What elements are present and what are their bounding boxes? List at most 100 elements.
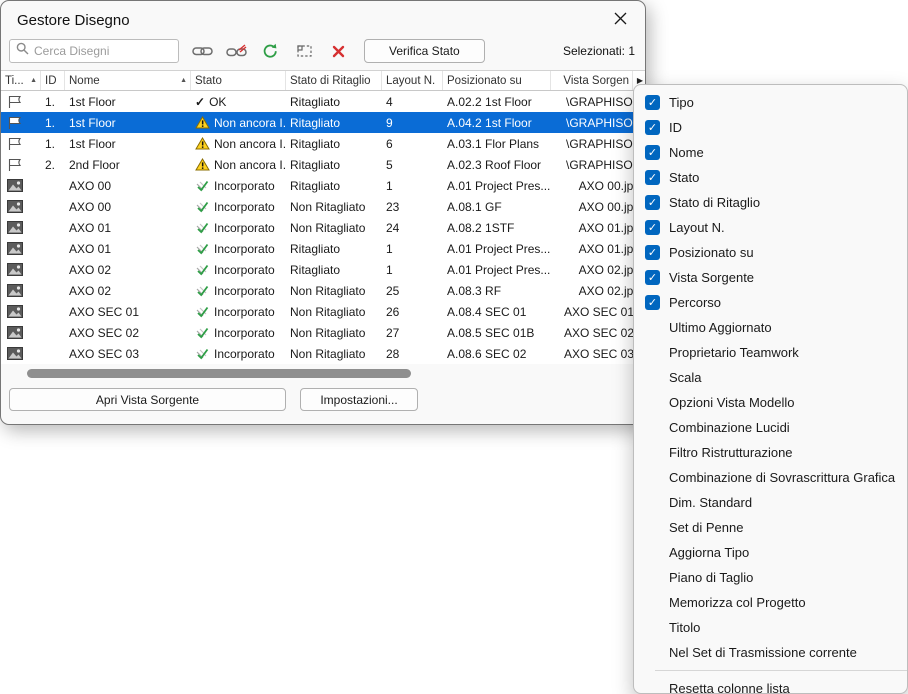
- menu-item-ultimo-aggiornato[interactable]: Ultimo Aggiornato: [634, 315, 907, 340]
- cell-source-view: AXO SEC 03.j: [551, 343, 645, 364]
- update-status-icon: [262, 43, 279, 59]
- image-icon: [7, 305, 23, 318]
- crop-button[interactable]: [291, 39, 318, 63]
- table-row[interactable]: AXO 02IncorporatoNon Ritagliato25A.08.3 …: [1, 280, 645, 301]
- cell-placed-on: A.08.4 SEC 01: [443, 301, 551, 322]
- cell-type: [1, 301, 41, 322]
- cell-status: Non ancora I...: [191, 133, 286, 154]
- column-header-stato-di-ritaglio[interactable]: Stato di Ritaglio: [286, 71, 382, 90]
- cell-crop-status: Ritagliato: [286, 154, 382, 175]
- column-header-layout-n[interactable]: Layout N.: [382, 71, 443, 90]
- cell-status: ✓OK: [191, 91, 286, 112]
- cell-status: Incorporato: [191, 343, 286, 364]
- cell-source-view: AXO 00.jpg: [551, 175, 645, 196]
- cell-placed-on: A.02.3 Roof Floor: [443, 154, 551, 175]
- settings-button[interactable]: Impostazioni...: [300, 388, 418, 411]
- cell-status: Incorporato: [191, 280, 286, 301]
- cell-source-view: AXO 00.jpg: [551, 196, 645, 217]
- cell-type: [1, 280, 41, 301]
- cell-id: 2.: [41, 154, 65, 175]
- column-header-id[interactable]: ID: [41, 71, 65, 90]
- column-header-nome[interactable]: Nome▲: [65, 71, 191, 90]
- menu-item-tipo[interactable]: ✓Tipo: [634, 90, 907, 115]
- menu-item-piano-di-taglio[interactable]: Piano di Taglio: [634, 565, 907, 590]
- menu-item-titolo[interactable]: Titolo: [634, 615, 907, 640]
- column-header-ti[interactable]: Ti...▲: [1, 71, 41, 90]
- table-row[interactable]: 2.2nd FloorNon ancora I...Ritagliato5A.0…: [1, 154, 645, 175]
- cell-layout-number: 5: [382, 154, 443, 175]
- menu-item-label: Resetta colonne lista: [669, 681, 790, 694]
- cell-layout-number: 28: [382, 343, 443, 364]
- search-box[interactable]: [9, 39, 179, 63]
- cell-name: AXO 00: [65, 175, 191, 196]
- cell-id: [41, 280, 65, 301]
- unchecked-checkbox: [645, 420, 660, 435]
- search-input[interactable]: [34, 44, 172, 58]
- menu-item-percorso[interactable]: ✓Percorso: [634, 290, 907, 315]
- warning-icon: [195, 116, 210, 129]
- menu-item-posizionato-su[interactable]: ✓Posizionato su: [634, 240, 907, 265]
- menu-item-scala[interactable]: Scala: [634, 365, 907, 390]
- cell-crop-status: Ritagliato: [286, 112, 382, 133]
- column-context-menu: ✓Tipo✓ID✓Nome✓Stato✓Stato di Ritaglio✓La…: [633, 84, 908, 694]
- table-row[interactable]: 1.1st FloorNon ancora I...Ritagliato9A.0…: [1, 112, 645, 133]
- unchecked-checkbox: [645, 620, 660, 635]
- drawing-icon: [7, 158, 22, 172]
- column-header-stato[interactable]: Stato: [191, 71, 286, 90]
- update-status-button[interactable]: [257, 39, 284, 63]
- menu-item-label: Proprietario Teamwork: [669, 345, 799, 360]
- column-header-posizionato-su[interactable]: Posizionato su: [443, 71, 551, 90]
- menu-item-aggiorna-tipo[interactable]: Aggiorna Tipo: [634, 540, 907, 565]
- table-row[interactable]: AXO 00IncorporatoRitagliato1A.01 Project…: [1, 175, 645, 196]
- menu-item-combinazione-di-sovrascrittura-grafica[interactable]: Combinazione di Sovrascrittura Grafica: [634, 465, 907, 490]
- close-icon: [614, 12, 627, 28]
- menu-item-proprietario-teamwork[interactable]: Proprietario Teamwork: [634, 340, 907, 365]
- table-row[interactable]: AXO 01IncorporatoRitagliato1A.01 Project…: [1, 238, 645, 259]
- cell-crop-status: Non Ritagliato: [286, 322, 382, 343]
- menu-item-id[interactable]: ✓ID: [634, 115, 907, 140]
- menu-item-opzioni-vista-modello[interactable]: Opzioni Vista Modello: [634, 390, 907, 415]
- menu-item-combinazione-lucidi[interactable]: Combinazione Lucidi: [634, 415, 907, 440]
- unchecked-checkbox: [645, 645, 660, 660]
- menu-item-layout-n[interactable]: ✓Layout N.: [634, 215, 907, 240]
- menu-item-filtro-ristrutturazione[interactable]: Filtro Ristrutturazione: [634, 440, 907, 465]
- horizontal-scrollbar[interactable]: [5, 369, 641, 379]
- menu-item-nome[interactable]: ✓Nome: [634, 140, 907, 165]
- cell-type: [1, 343, 41, 364]
- table-row[interactable]: 1.1st FloorNon ancora I...Ritagliato6A.0…: [1, 133, 645, 154]
- menu-item-label: Nome: [669, 145, 704, 160]
- checked-checkbox-icon: ✓: [645, 195, 660, 210]
- verify-status-button[interactable]: Verifica Stato: [364, 39, 485, 63]
- unchecked-checkbox: [645, 570, 660, 585]
- cell-layout-number: 9: [382, 112, 443, 133]
- menu-item-resetta-colonne-lista[interactable]: Resetta colonne lista: [634, 676, 907, 694]
- menu-item-vista-sorgente[interactable]: ✓Vista Sorgente: [634, 265, 907, 290]
- table-row[interactable]: AXO 00IncorporatoNon Ritagliato23A.08.1 …: [1, 196, 645, 217]
- table-row[interactable]: AXO 02IncorporatoRitagliato1A.01 Project…: [1, 259, 645, 280]
- delete-button[interactable]: [325, 39, 352, 63]
- break-link-button[interactable]: [223, 39, 250, 63]
- cell-source-view: AXO 01.jpg: [551, 217, 645, 238]
- table-row[interactable]: 1.1st Floor✓OKRitagliato4A.02.2 1st Floo…: [1, 91, 645, 112]
- unchecked-checkbox: [645, 370, 660, 385]
- menu-item-stato[interactable]: ✓Stato: [634, 165, 907, 190]
- menu-item-nel-set-di-trasmissione-corrente[interactable]: Nel Set di Trasmissione corrente: [634, 640, 907, 665]
- menu-item-memorizza-col-progetto[interactable]: Memorizza col Progetto: [634, 590, 907, 615]
- table-row[interactable]: AXO SEC 02IncorporatoNon Ritagliato27A.0…: [1, 322, 645, 343]
- menu-item-dim-standard[interactable]: Dim. Standard: [634, 490, 907, 515]
- titlebar[interactable]: Gestore Disegno: [1, 1, 645, 39]
- link-drawing-button[interactable]: [189, 39, 216, 63]
- open-source-view-button[interactable]: Apri Vista Sorgente: [9, 388, 286, 411]
- close-button[interactable]: [603, 5, 637, 35]
- page-title: Gestore Disegno: [17, 12, 130, 29]
- menu-item-stato-di-ritaglio[interactable]: ✓Stato di Ritaglio: [634, 190, 907, 215]
- cell-type: [1, 322, 41, 343]
- horizontal-scrollbar-thumb[interactable]: [27, 369, 411, 378]
- table-row[interactable]: AXO SEC 03IncorporatoNon Ritagliato28A.0…: [1, 343, 645, 364]
- cell-status: Incorporato: [191, 217, 286, 238]
- menu-item-set-di-penne[interactable]: Set di Penne: [634, 515, 907, 540]
- table-row[interactable]: AXO 01IncorporatoNon Ritagliato24A.08.2 …: [1, 217, 645, 238]
- table-row[interactable]: AXO SEC 01IncorporatoNon Ritagliato26A.0…: [1, 301, 645, 322]
- embedded-icon: [195, 284, 210, 298]
- column-header-vista-sorgen[interactable]: Vista Sorgen: [551, 71, 633, 90]
